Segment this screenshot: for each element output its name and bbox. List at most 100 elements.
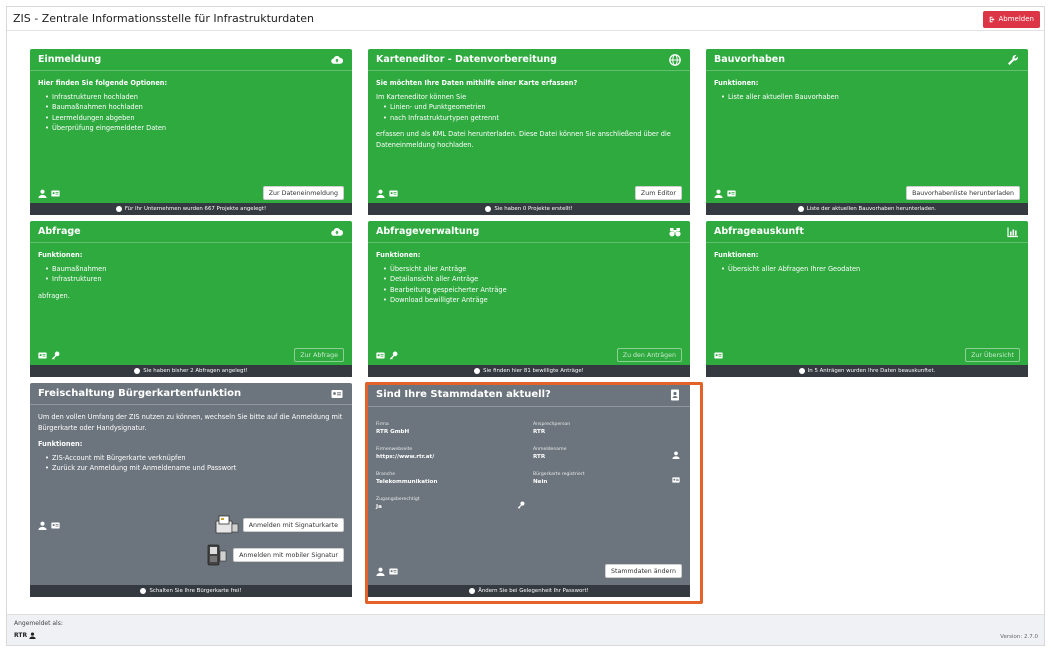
card-body: Funktionen: Liste aller aktuellen Bauvor… (714, 78, 1020, 102)
card-footer: Bauvorhabenliste herunterladen (714, 185, 1020, 201)
status-text: Liste der aktuellen Bauvorhaben herunter… (806, 206, 937, 212)
wrench-icon (1008, 55, 1018, 65)
id-card-icon (51, 190, 60, 196)
cloud-upload-icon (331, 56, 343, 64)
mobile-phone-icon (207, 544, 227, 566)
app-frame: ZIS - Zentrale Informationsstelle für In… (6, 6, 1045, 646)
option-list: ZIS-Account mit Bürgerkarte verknüpfen Z… (38, 453, 344, 474)
user-icon (38, 189, 47, 198)
list-item: nach Infrastrukturtypen getrennt (383, 113, 682, 124)
card-header: Abfrageauskunft (706, 221, 1028, 243)
card-header: Freischaltung Bürgerkartenfunktion (30, 383, 352, 405)
info-icon (115, 206, 122, 212)
logout-button[interactable]: Abmelden (982, 11, 1040, 28)
list-item: Zurück zur Anmeldung mit Anmeldename und… (45, 463, 344, 474)
card-outro: erfassen und als KML Datei herunterladen… (376, 130, 671, 149)
info-icon (140, 588, 147, 594)
id-card-icon (38, 352, 47, 358)
uebersicht-button[interactable]: Zur Übersicht (965, 348, 1020, 362)
status-bar: Sie haben bisher 2 Abfragen angelegt! (30, 365, 352, 377)
cloud-upload-icon (331, 228, 343, 236)
signaturkarte-login[interactable]: Anmelden mit Signaturkarte (215, 515, 344, 535)
mobile-signatur-button[interactable]: Anmelden mit mobiler Signatur (233, 548, 344, 562)
list-item: Überprüfung eingemeldeter Daten (45, 123, 344, 134)
status-bar: Für Ihr Unternehmen wurden 667 Projekte … (30, 203, 352, 215)
option-list: Infrastrukturen hochladen Baumaßnahmen h… (38, 92, 344, 134)
card-header: Abfrage (30, 221, 352, 243)
version-label: Version: 2.7.0 (1000, 634, 1038, 640)
info-icon (474, 368, 481, 374)
list-item: Übersicht aller Abfragen Ihrer Geodaten (721, 264, 1020, 275)
option-list: Baumaßnahmen Infrastrukturen (38, 264, 344, 285)
option-list: Übersicht aller Anträge Detailansicht al… (376, 264, 682, 306)
user-icon (29, 632, 36, 639)
card-intro: Im Karteneditor können Sie (376, 92, 467, 101)
card-lead: Funktionen: (714, 251, 759, 259)
card-header: Bauvorhaben (706, 49, 1028, 71)
status-text: Sie haben 0 Projekte erstellt! (494, 206, 573, 212)
card-abfrage: Abfrage Funktionen: Baumaßnahmen Infrast… (30, 221, 352, 377)
card-reader-icon (215, 515, 239, 534)
status-text: In 5 Anträgen wurden Ihre Daten beauskun… (807, 368, 936, 374)
mobile-signatur-login[interactable]: Anmelden mit mobiler Signatur (205, 543, 344, 567)
card-footer: Zum Editor (376, 185, 682, 201)
card-lead: Funktionen: (376, 251, 421, 259)
info-icon (798, 368, 805, 374)
card-freischaltung: Freischaltung Bürgerkartenfunktion Um de… (30, 383, 352, 597)
logged-in-user[interactable]: RTR (14, 632, 36, 639)
status-text: Schalten Sie Ihre Bürgerkarte frei! (149, 588, 242, 594)
card-lead: Funktionen: (714, 79, 759, 87)
card-header: Karteneditor - Datenvorbereitung (368, 49, 690, 71)
card-body: Um den vollen Umfang der ZIS nutzen zu k… (38, 412, 344, 474)
card-karteneditor: Karteneditor - Datenvorbereitung Sie möc… (368, 49, 690, 215)
status-bar: Schalten Sie Ihre Bürgerkarte frei! (30, 585, 352, 597)
id-card-icon (389, 190, 398, 196)
list-item: Baumaßnahmen (45, 264, 344, 275)
abfrage-button[interactable]: Zur Abfrage (294, 348, 344, 362)
card-header: Abfrageverwaltung (368, 221, 690, 243)
status-bar: In 5 Anträgen wurden Ihre Daten beauskun… (706, 365, 1028, 377)
list-item: Infrastrukturen hochladen (45, 92, 344, 103)
dateneinmeldung-button[interactable]: Zur Dateneinmeldung (262, 186, 344, 200)
status-text: Sie haben bisher 2 Abfragen angelegt! (143, 368, 248, 374)
globe-icon (669, 54, 681, 66)
card-body: Funktionen: Baumaßnahmen Infrastrukturen… (38, 250, 344, 301)
status-bar: Liste der aktuellen Bauvorhaben herunter… (706, 203, 1028, 215)
card-title: Abfrage (38, 226, 81, 237)
signaturkarte-button[interactable]: Anmelden mit Signaturkarte (242, 518, 344, 532)
editor-button[interactable]: Zum Editor (634, 186, 682, 200)
card-body: Hier finden Sie folgende Optionen: Infra… (38, 78, 344, 134)
info-icon (485, 206, 492, 212)
bauvorhabenliste-button[interactable]: Bauvorhabenliste herunterladen (906, 186, 1020, 200)
card-abfrageauskunft: Abfrageauskunft Funktionen: Übersicht al… (706, 221, 1028, 377)
list-item: Liste aller aktuellen Bauvorhaben (721, 92, 1020, 103)
list-item: Leermeldungen abgeben (45, 113, 344, 124)
card-header: Einmeldung (30, 49, 352, 71)
id-card-icon (714, 352, 723, 358)
bar-chart-icon (1007, 227, 1018, 238)
list-item: Baumaßnahmen hochladen (45, 102, 344, 113)
card-body: Sie möchten Ihre Daten mithilfe einer Ka… (376, 78, 682, 150)
status-bar: Sie haben 0 Projekte erstellt! (368, 203, 690, 215)
card-title: Freischaltung Bürgerkartenfunktion (38, 388, 242, 399)
id-card-icon (331, 390, 343, 398)
card-footer: Zu den Anträgen (376, 347, 682, 363)
card-intro: Um den vollen Umfang der ZIS nutzen zu k… (38, 413, 343, 432)
card-title: Karteneditor - Datenvorbereitung (376, 54, 557, 65)
page-title: ZIS - Zentrale Informationsstelle für In… (13, 12, 315, 25)
card-lead: Sie möchten Ihre Daten mithilfe einer Ka… (376, 79, 578, 87)
list-item: ZIS-Account mit Bürgerkarte verknüpfen (45, 453, 344, 464)
antraege-button[interactable]: Zu den Anträgen (616, 348, 682, 362)
card-einmeldung: Einmeldung Hier finden Sie folgende Opti… (30, 49, 352, 215)
status-bar: Sie finden hier 81 bewilligte Anträge! (368, 365, 690, 377)
user-icon (714, 189, 723, 198)
list-item: Infrastrukturen (45, 274, 344, 285)
footer: Angemeldet als: RTR Version: 2.7.0 (7, 614, 1044, 645)
user-icon (376, 189, 385, 198)
card-abfrageverwaltung: Abfrageverwaltung Funktionen: Übersicht … (368, 221, 690, 377)
info-icon (134, 368, 141, 374)
key-icon (51, 351, 60, 360)
list-item: Detailansicht aller Anträge (383, 274, 682, 285)
card-title: Einmeldung (38, 54, 102, 65)
card-footer: Zur Übersicht (714, 347, 1020, 363)
